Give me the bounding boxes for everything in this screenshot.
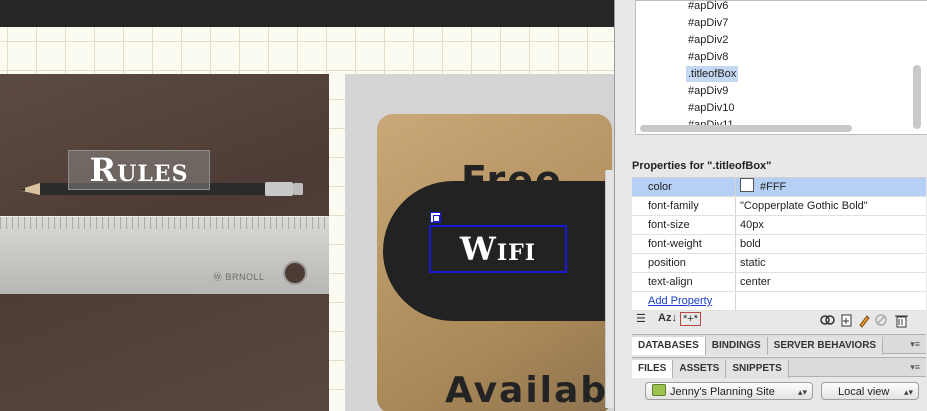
property-name: color [648,181,672,193]
select-arrows-icon: ▴▾ [797,387,807,397]
tab-server-behaviors[interactable]: SERVER BEHAVIORS [767,337,884,355]
tree-item[interactable]: #apDiv2 [686,32,730,48]
property-value[interactable]: 40px [735,216,764,234]
property-row[interactable]: font-size 40px [632,216,926,235]
tab-snippets[interactable]: SNIPPETS [726,360,789,378]
site-select[interactable]: Jenny's Planning Site ▴▾ [645,382,813,400]
design-canvas[interactable]: Ⓦ BRNOLL Rules Free Available Wifi [0,0,614,411]
attach-stylesheet-icon[interactable] [820,315,835,325]
css-styles-panel: #apDiv6 #apDiv7 #apDiv2 #apDiv8 .titleof… [614,0,927,411]
tree-vertical-scrollbar[interactable] [913,65,921,129]
selection-handle-icon[interactable] [430,212,441,223]
toolbar-icons [820,314,908,328]
property-row[interactable]: font-family "Copperplate Gothic Bold" [632,197,926,216]
tab-row-databases: DATABASES BINDINGS SERVER BEHAVIORS ▾≡ [632,334,926,355]
set-properties-view-icon[interactable]: *+* [680,312,701,326]
property-row[interactable]: position static [632,254,926,273]
tree-item-selected[interactable]: .titleofBox [686,66,739,82]
property-row[interactable]: text-align center [632,273,926,292]
property-row-color[interactable]: color #FFF [632,178,926,197]
tree-item[interactable]: #apDiv8 [686,49,730,65]
panel-menu-icon[interactable]: ▾≡ [910,358,920,376]
wifi-title-box-selected[interactable]: Wifi [429,225,567,273]
add-property-link[interactable]: Add Property [648,292,712,310]
properties-header: Properties for ".titleofBox" [632,160,772,172]
properties-table[interactable]: color #FFF font-family "Copperplate Goth… [632,177,926,311]
property-name: font-size [648,219,690,231]
edit-rule-icon[interactable] [859,315,870,328]
add-property-row[interactable]: Add Property [632,292,926,311]
property-value[interactable]: static [735,254,766,272]
canvas-scrollbar[interactable] [605,170,614,408]
canvas-top-bar [0,0,614,27]
view-select[interactable]: Local view ▴▾ [821,382,919,400]
alpha-view-icon[interactable]: Az↓ [658,312,677,324]
tab-bindings[interactable]: BINDINGS [705,337,768,355]
color-swatch-icon[interactable] [740,178,754,192]
property-value-empty [735,292,740,310]
property-name: text-align [648,276,693,288]
select-arrows-icon: ▴▾ [903,387,913,397]
rules-title-box[interactable]: Rules [68,150,210,190]
tab-databases[interactable]: DATABASES [632,337,706,355]
tab-row-files: FILES ASSETS SNIPPETS ▾≡ [632,357,926,378]
property-name: font-family [648,200,699,212]
property-value[interactable]: center [735,273,771,291]
tree-item[interactable]: #apDiv10 [686,100,736,116]
ruler-ticks [0,217,329,229]
ruler-hole [283,261,307,285]
category-view-icon[interactable]: ☰ [636,312,646,325]
css-rules-tree[interactable]: #apDiv6 #apDiv7 #apDiv2 #apDiv8 .titleof… [635,0,927,135]
ruler-strip: Ⓦ BRNOLL [0,216,329,294]
view-name: Local view [838,386,890,398]
new-rule-icon[interactable] [841,314,852,327]
tab-files[interactable]: FILES [632,360,674,378]
tree-item[interactable]: #apDiv7 [686,15,730,31]
property-value[interactable]: #FFF [735,178,786,196]
site-name: Jenny's Planning Site [670,386,775,398]
property-name: font-weight [648,238,702,250]
property-row[interactable]: font-weight bold [632,235,926,254]
tree-item[interactable]: #apDiv6 [686,1,730,14]
sign-word-available: Available [445,370,614,411]
property-name: position [648,257,686,269]
trash-icon[interactable] [895,315,908,328]
folder-icon [652,384,666,396]
tree-horizontal-scrollbar[interactable] [640,125,852,132]
ruler-brand: Ⓦ BRNOLL [213,272,265,282]
panel-menu-icon[interactable]: ▾≡ [910,335,920,353]
property-value-text: #FFF [760,181,787,193]
tab-assets[interactable]: ASSETS [673,360,727,378]
tree-item[interactable]: #apDiv9 [686,83,730,99]
properties-toolbar: ☰ Az↓ *+* [632,311,926,329]
disable-icon[interactable] [875,314,887,326]
property-value[interactable]: "Copperplate Gothic Bold" [735,197,868,215]
property-value[interactable]: bold [735,235,761,253]
ruler-photo: Ⓦ BRNOLL [0,74,329,411]
